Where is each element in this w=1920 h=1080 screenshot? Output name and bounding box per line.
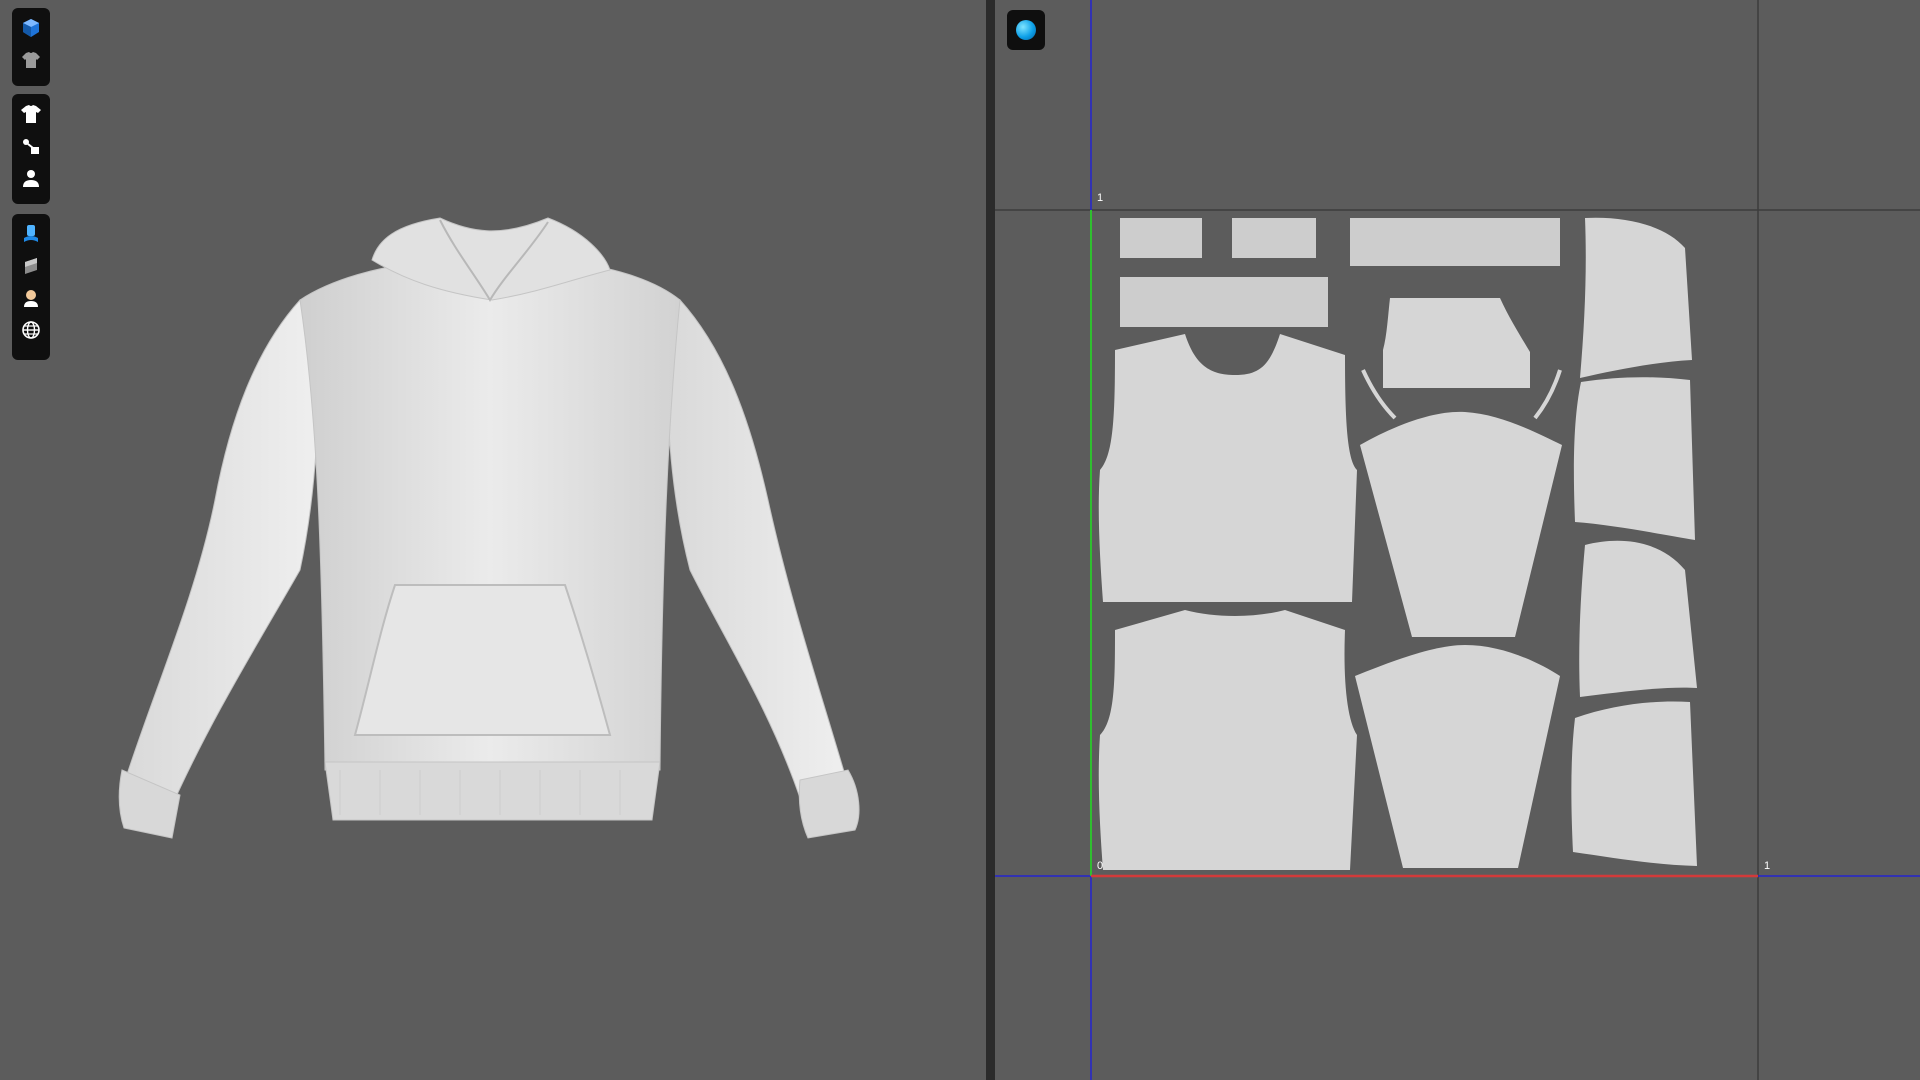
sewing-tool-icon[interactable]: [16, 130, 46, 162]
toolbar-group-view: [12, 8, 50, 86]
uv-editor-viewport[interactable]: 1 0 1: [995, 0, 1920, 1080]
uv-sphere-dot: [1016, 20, 1036, 40]
uv-axis-label-v-max: 1: [1097, 192, 1104, 204]
uv-piece-pocket: [1579, 540, 1697, 697]
avatar-garment-icon[interactable]: [16, 44, 46, 76]
uv-piece-hood-side: [1573, 377, 1695, 540]
toolbar-group-render: [12, 214, 50, 360]
uv-piece-sleeve: [1355, 645, 1560, 868]
app-window: 1 0 1: [0, 0, 1920, 1080]
uv-piece-hood: [1383, 298, 1530, 388]
uv-axis-label-u-max: 1: [1764, 860, 1771, 872]
person-icon[interactable]: [16, 162, 46, 194]
uv-piece-sleeve: [1360, 411, 1562, 637]
cube-view-icon[interactable]: [16, 12, 46, 44]
uv-piece-band: [1120, 218, 1202, 258]
texture-icon[interactable]: [16, 250, 46, 282]
tshirt-icon[interactable]: [16, 98, 46, 130]
uv-piece-back-body: [1098, 610, 1357, 870]
skin-icon[interactable]: [16, 282, 46, 314]
uv-axis-label-origin: 0: [1097, 860, 1104, 872]
uv-piece-hood-side: [1580, 217, 1692, 378]
uv-piece-front-body: [1098, 334, 1357, 602]
globe-icon[interactable]: [16, 314, 46, 346]
viewport-3d[interactable]: [0, 0, 986, 1080]
fabric-render-icon[interactable]: [16, 218, 46, 250]
uv-sphere-icon[interactable]: [1007, 10, 1045, 50]
uv-layout: [995, 0, 1920, 1080]
toolbar-group-garment: [12, 94, 50, 204]
uv-piece-pocket: [1571, 701, 1697, 866]
uv-piece-band: [1232, 218, 1316, 258]
hoodie-3d-render: [118, 217, 860, 839]
uv-piece-band: [1350, 218, 1560, 266]
uv-piece-band: [1120, 277, 1328, 327]
viewport-splitter[interactable]: [986, 0, 995, 1080]
